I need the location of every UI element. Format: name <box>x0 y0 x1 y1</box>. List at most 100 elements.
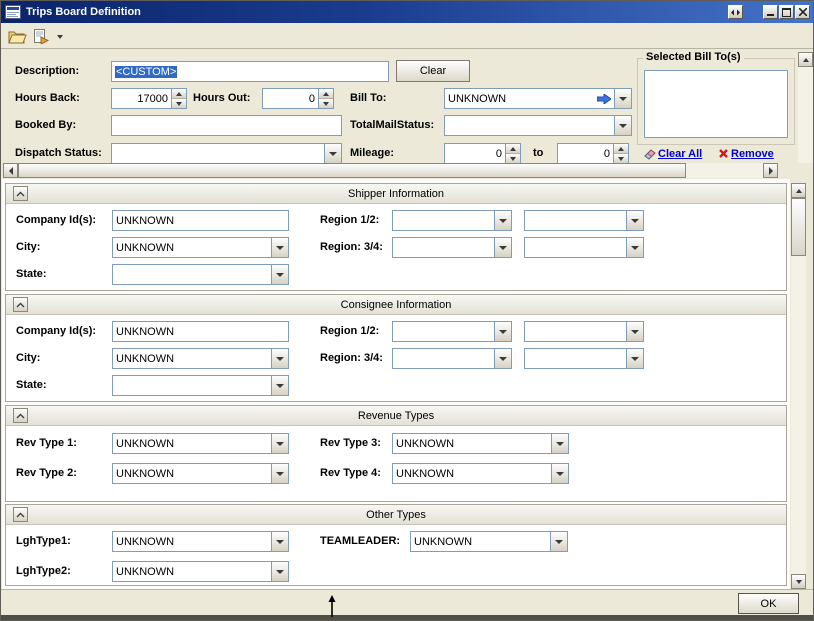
dropdown-button[interactable] <box>614 89 631 108</box>
dispatch-status-combo[interactable] <box>111 143 342 164</box>
dropdown-button[interactable] <box>550 532 567 551</box>
total-mail-status-combo[interactable] <box>444 115 632 136</box>
dropdown-button[interactable] <box>271 265 288 284</box>
region-2-combo[interactable] <box>524 321 644 342</box>
spin-up-button[interactable] <box>172 89 186 98</box>
dropdown-button[interactable] <box>324 144 341 163</box>
teamleader-combo[interactable]: UNKNOWN <box>410 531 568 552</box>
collapse-button[interactable] <box>13 408 28 423</box>
titlebar-extra-button[interactable] <box>728 5 743 19</box>
dropdown-arrow-icon <box>499 330 507 334</box>
spin-up-button[interactable] <box>614 144 628 153</box>
scroll-track[interactable] <box>798 67 813 163</box>
open-definition-button[interactable] <box>29 25 53 47</box>
dropdown-button[interactable] <box>494 211 511 230</box>
selected-bill-to-listbox[interactable] <box>644 70 788 138</box>
hours-back-spinner[interactable]: 17000 <box>111 88 187 109</box>
dropdown-button[interactable] <box>626 322 643 341</box>
state-combo[interactable] <box>112 375 289 396</box>
horizontal-scrollbar[interactable] <box>3 163 778 178</box>
up-arrow-icon <box>176 92 182 96</box>
mileage-from-spinner[interactable]: 0 <box>444 143 521 164</box>
spin-up-button[interactable] <box>506 144 520 153</box>
scroll-track[interactable] <box>686 163 763 178</box>
dropdown-button[interactable] <box>551 434 568 453</box>
rev-type-3-combo[interactable]: UNKNOWN <box>392 433 569 454</box>
region-3-combo[interactable] <box>392 348 512 369</box>
open-button[interactable] <box>5 25 29 47</box>
titlebar[interactable]: Trips Board Definition <box>1 1 813 23</box>
combo-value <box>393 211 494 230</box>
clear-button[interactable]: Clear <box>396 60 470 82</box>
toolbar-dropdown-button[interactable] <box>57 35 63 39</box>
dropdown-button[interactable] <box>271 238 288 257</box>
lgh-type-2-combo[interactable]: UNKNOWN <box>112 561 289 582</box>
collapse-button[interactable] <box>13 186 28 201</box>
dropdown-button[interactable] <box>271 349 288 368</box>
spin-down-button[interactable] <box>614 153 628 163</box>
booked-by-input[interactable] <box>111 115 342 136</box>
dropdown-button[interactable] <box>551 464 568 483</box>
dropdown-button[interactable] <box>271 434 288 453</box>
hours-out-spinner[interactable]: 0 <box>262 88 334 109</box>
spin-buttons <box>613 144 628 163</box>
scroll-track[interactable] <box>791 256 806 574</box>
dropdown-button[interactable] <box>271 464 288 483</box>
company-ids-input[interactable]: UNKNOWN <box>112 210 289 231</box>
dropdown-button[interactable] <box>494 349 511 368</box>
scroll-left-button[interactable] <box>3 163 18 178</box>
minimize-button[interactable] <box>763 5 778 19</box>
mileage-to-spinner[interactable]: 0 <box>557 143 629 164</box>
company-ids-input[interactable]: UNKNOWN <box>112 321 289 342</box>
dropdown-button[interactable] <box>494 322 511 341</box>
dropdown-button[interactable] <box>271 376 288 395</box>
spin-down-button[interactable] <box>506 153 520 163</box>
ok-button[interactable]: OK <box>738 593 799 614</box>
collapse-button[interactable] <box>13 507 28 522</box>
region-4-combo[interactable] <box>524 348 644 369</box>
bill-to-add-button[interactable] <box>597 89 614 108</box>
dropdown-button[interactable] <box>271 562 288 581</box>
spin-down-button[interactable] <box>319 98 333 108</box>
scroll-thumb[interactable] <box>18 163 686 178</box>
dropdown-button[interactable] <box>271 532 288 551</box>
remove-link[interactable]: Remove <box>731 148 774 160</box>
region-2-combo[interactable] <box>524 210 644 231</box>
filter-vertical-scrollbar[interactable] <box>798 52 813 163</box>
dropdown-button[interactable] <box>626 349 643 368</box>
scroll-up-button[interactable] <box>798 52 813 67</box>
state-combo[interactable] <box>112 264 289 285</box>
consignee-section: Consignee Information Company Id(s): UNK… <box>5 294 787 402</box>
clear-all-link[interactable]: Clear All <box>658 148 702 160</box>
region-4-combo[interactable] <box>524 237 644 258</box>
rev-type-1-combo[interactable]: UNKNOWN <box>112 433 289 454</box>
lgh-type-1-combo[interactable]: UNKNOWN <box>112 531 289 552</box>
dropdown-button[interactable] <box>626 211 643 230</box>
scroll-right-button[interactable] <box>763 163 778 178</box>
city-combo[interactable]: UNKNOWN <box>112 348 289 369</box>
spin-up-button[interactable] <box>319 89 333 98</box>
collapse-button[interactable] <box>13 297 28 312</box>
remove-icon <box>718 148 729 159</box>
rev-type-4-combo[interactable]: UNKNOWN <box>392 463 569 484</box>
rev-type-2-combo[interactable]: UNKNOWN <box>112 463 289 484</box>
scroll-up-button[interactable] <box>791 183 806 198</box>
dropdown-button[interactable] <box>494 238 511 257</box>
dropdown-arrow-icon <box>619 124 627 128</box>
region-3-combo[interactable] <box>392 237 512 258</box>
close-button[interactable] <box>795 5 810 19</box>
scroll-down-button[interactable] <box>791 574 806 589</box>
description-input[interactable]: <CUSTOM> <box>111 61 389 82</box>
bill-to-combo[interactable]: UNKNOWN <box>444 88 632 109</box>
down-arrow-icon <box>176 102 182 106</box>
spin-down-button[interactable] <box>172 98 186 108</box>
dropdown-button[interactable] <box>614 116 631 135</box>
main-vertical-scrollbar[interactable] <box>791 183 806 589</box>
city-combo[interactable]: UNKNOWN <box>112 237 289 258</box>
scroll-thumb[interactable] <box>791 198 806 256</box>
maximize-button[interactable] <box>779 5 794 19</box>
maximize-icon <box>782 8 791 17</box>
region-1-combo[interactable] <box>392 210 512 231</box>
region-1-combo[interactable] <box>392 321 512 342</box>
dropdown-button[interactable] <box>626 238 643 257</box>
